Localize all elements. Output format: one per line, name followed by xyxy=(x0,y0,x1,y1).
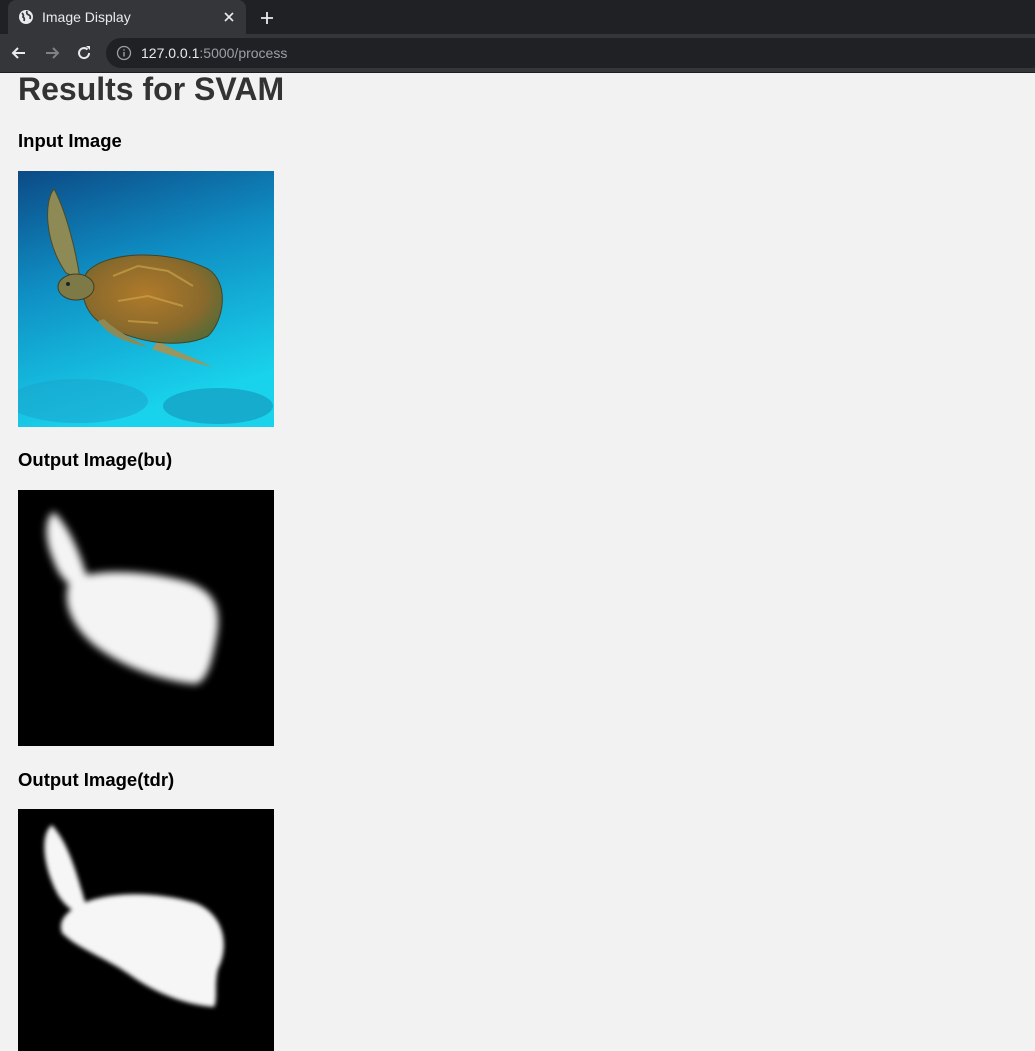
output-tdr-heading: Output Image(tdr) xyxy=(18,769,175,790)
url-host: 127.0.0.1 xyxy=(141,45,200,61)
page-content: Results for SVAM Input Image Output Imag… xyxy=(0,73,1035,1051)
page-title: Results for SVAM xyxy=(18,73,285,107)
reload-icon[interactable] xyxy=(74,43,94,63)
input-image-heading: Input Image xyxy=(18,130,122,151)
plus-icon[interactable] xyxy=(258,9,276,27)
arrow-left-icon[interactable] xyxy=(9,43,29,63)
url-text: 127.0.0.1:5000/process xyxy=(141,45,287,61)
output-bu-heading: Output Image(bu) xyxy=(18,449,173,470)
info-icon[interactable] xyxy=(116,45,132,61)
tab-title: Image Display xyxy=(42,9,131,25)
browser-tab[interactable]: Image Display xyxy=(8,0,246,34)
globe-icon xyxy=(19,10,33,24)
close-icon[interactable] xyxy=(222,10,236,24)
address-bar[interactable]: 127.0.0.1:5000/process xyxy=(106,38,1035,68)
browser-toolbar: 127.0.0.1:5000/process xyxy=(0,34,1035,73)
input-image xyxy=(18,171,274,427)
output-image-bu xyxy=(18,490,274,746)
arrow-right-icon[interactable] xyxy=(42,43,62,63)
output-image-tdr xyxy=(18,809,274,1051)
url-path: :5000/process xyxy=(199,45,288,61)
tab-strip: Image Display xyxy=(0,0,1035,34)
